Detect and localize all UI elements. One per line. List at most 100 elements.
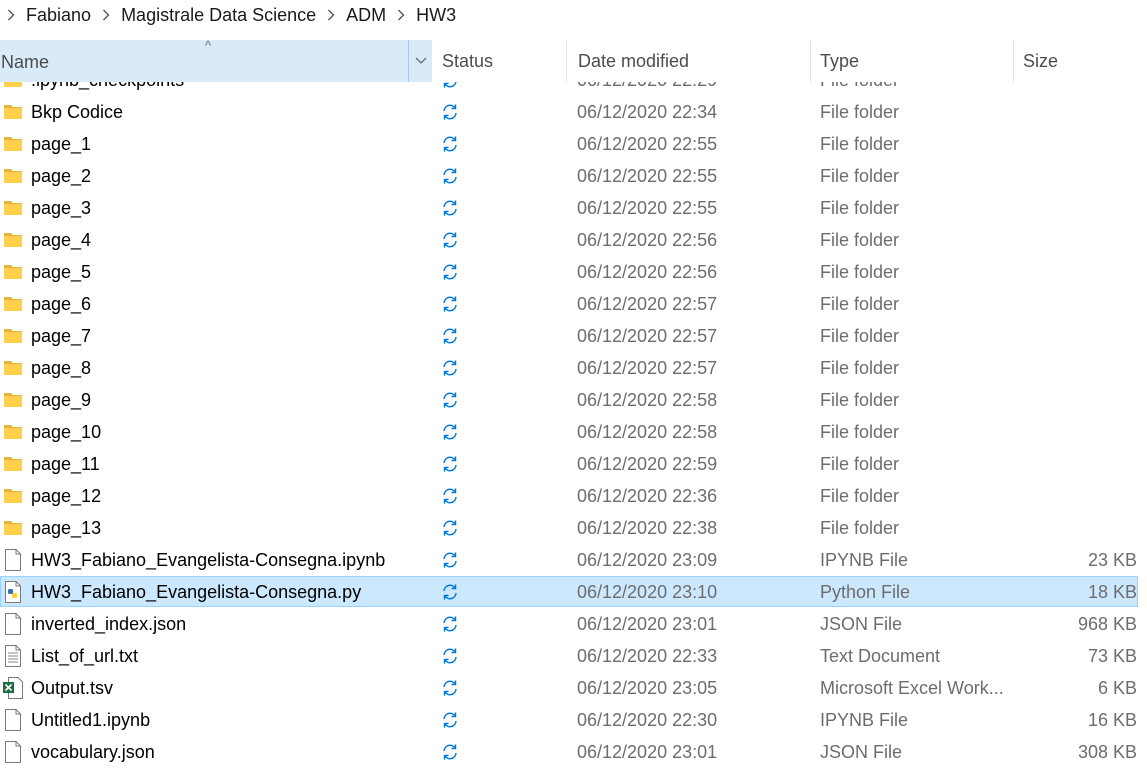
sync-status-icon (440, 672, 460, 704)
file-row[interactable]: page_11 06/12/2020 22:59 File folder (0, 448, 1147, 480)
file-name: page_3 (31, 197, 92, 218)
column-header-date-label: Date modified (578, 50, 690, 71)
file-row[interactable]: page_7 06/12/2020 22:57 File folder (0, 320, 1147, 352)
file-row[interactable]: page_1 06/12/2020 22:55 File folder (0, 128, 1147, 160)
file-date-modified: 06/12/2020 22:57 (577, 325, 718, 346)
folder-icon (3, 96, 23, 128)
chevron-right-icon[interactable] (392, 6, 410, 24)
file-type: IPYNB File (820, 549, 909, 570)
file-name: HW3_Fabiano_Evangelista-Consegna.ipynb (31, 549, 386, 570)
column-header-name-label: Name (1, 51, 50, 72)
column-header-size[interactable]: Size (1023, 40, 1058, 82)
breadcrumb-item[interactable]: Fabiano (26, 5, 91, 26)
folder-icon (3, 512, 23, 544)
column-header-name[interactable]: ^ Name (0, 38, 433, 82)
file-date-modified: 06/12/2020 22:33 (577, 645, 718, 666)
file-name: page_10 (31, 421, 102, 442)
sync-status-icon (440, 128, 460, 160)
file-date-modified: 06/12/2020 22:29 (577, 82, 717, 96)
folder-icon (3, 384, 23, 416)
file-row[interactable]: inverted_index.json 06/12/2020 23:01 JSON … (0, 608, 1147, 640)
file-name: page_11 (31, 453, 100, 474)
file-type: File folder (820, 101, 900, 122)
file-type: File folder (820, 133, 900, 154)
folder-icon (3, 128, 23, 160)
file-row[interactable]: page_5 06/12/2020 22:56 File folder (0, 256, 1147, 288)
file-name: page_2 (31, 165, 92, 186)
file-name: page_13 (31, 517, 102, 538)
folder-icon (3, 448, 23, 480)
file-type: File folder (820, 82, 899, 96)
file-name: .ipynb_checkpoints (31, 82, 184, 96)
file-type: File folder (820, 421, 900, 442)
file-row[interactable]: Untitled1.ipynb 06/12/2020 22:30 IPYNB Fil… (0, 704, 1147, 736)
file-date-modified: 06/12/2020 22:38 (577, 517, 718, 538)
file-type: File folder (820, 293, 900, 314)
file-type: File folder (820, 197, 900, 218)
column-header-size-label: Size (1023, 50, 1059, 71)
column-filter-dropdown[interactable] (408, 40, 433, 82)
file-name: Untitled1.ipynb (31, 709, 151, 730)
file-row[interactable]: page_8 06/12/2020 22:57 File folder (0, 352, 1147, 384)
sync-status-icon (440, 288, 460, 320)
sync-status-icon (440, 384, 460, 416)
file-row[interactable]: page_6 06/12/2020 22:57 File folder (0, 288, 1147, 320)
file-list: .ipynb_checkpoints 06/12/2020 22:29 File f… (0, 82, 1147, 771)
text-file-icon (3, 640, 23, 672)
file-type: File folder (820, 261, 900, 282)
column-divider[interactable] (810, 40, 811, 82)
file-row[interactable]: page_4 06/12/2020 22:56 File folder (0, 224, 1147, 256)
chevron-right-icon[interactable] (322, 6, 340, 24)
file-type: File folder (820, 165, 900, 186)
chevron-down-icon (415, 57, 427, 64)
chevron-right-icon[interactable] (97, 6, 115, 24)
file-type: IPYNB File (820, 709, 909, 730)
chevron-right-icon[interactable] (2, 6, 20, 24)
file-row[interactable]: page_3 06/12/2020 22:55 File folder (0, 192, 1147, 224)
folder-icon (3, 288, 23, 320)
sync-status-icon (440, 544, 460, 576)
file-row[interactable]: page_12 06/12/2020 22:36 File folder (0, 480, 1147, 512)
file-name: List_of_url.txt (31, 645, 139, 666)
column-header-status[interactable]: Status (442, 40, 493, 82)
sync-status-icon (440, 448, 460, 480)
breadcrumb-item[interactable]: ADM (346, 5, 386, 26)
column-header-date[interactable]: Date modified (578, 40, 689, 82)
file-row[interactable]: page_9 06/12/2020 22:58 File folder (0, 384, 1147, 416)
file-row[interactable]: .ipynb_checkpoints 06/12/2020 22:29 File f… (0, 82, 1147, 96)
file-type: Text Document (820, 645, 941, 666)
file-date-modified: 06/12/2020 23:01 (577, 741, 718, 762)
file-name: page_7 (31, 325, 92, 346)
column-divider[interactable] (566, 40, 567, 82)
sync-status-icon (440, 608, 460, 640)
file-date-modified: 06/12/2020 22:55 (577, 133, 718, 154)
column-header-status-label: Status (442, 50, 494, 71)
file-size: 18 KB (1087, 581, 1137, 602)
column-header-type[interactable]: Type (820, 40, 859, 82)
file-row[interactable]: page_2 06/12/2020 22:55 File folder (0, 160, 1147, 192)
file-size: 308 KB (1077, 741, 1137, 762)
file-name: page_5 (31, 261, 92, 282)
file-row[interactable]: page_10 06/12/2020 22:58 File folder (0, 416, 1147, 448)
file-type: File folder (820, 453, 900, 474)
file-row[interactable]: vocabulary.json 06/12/2020 23:01 JSON File… (0, 736, 1147, 768)
file-date-modified: 06/12/2020 22:30 (577, 709, 718, 730)
file-date-modified: 06/12/2020 22:36 (577, 485, 718, 506)
file-date-modified: 06/12/2020 23:05 (577, 677, 718, 698)
column-header-bar: ^ Name Status Date modified Type Size (0, 38, 1147, 82)
file-row[interactable]: Output.tsv 06/12/2020 23:05 Microsoft Exce… (0, 672, 1147, 704)
file-row[interactable]: Bkp Codice 06/12/2020 22:34 File folder (0, 96, 1147, 128)
file-row[interactable]: List_of_url.txt 06/12/2020 22:33 Text Docu… (0, 640, 1147, 672)
file-row[interactable]: HW3_Fabiano_Evangelista-Consegna.py 06/12… (0, 576, 1147, 608)
file-date-modified: 06/12/2020 22:59 (577, 453, 718, 474)
column-divider[interactable] (1013, 40, 1014, 82)
folder-icon (3, 224, 23, 256)
file-date-modified: 06/12/2020 22:57 (577, 293, 718, 314)
file-name: page_9 (31, 389, 92, 410)
file-row[interactable]: HW3_Fabiano_Evangelista-Consegna.ipynb 06… (0, 544, 1147, 576)
file-row[interactable]: page_13 06/12/2020 22:38 File folder (0, 512, 1147, 544)
sync-status-icon (440, 736, 460, 768)
folder-icon (3, 320, 23, 352)
breadcrumb-item[interactable]: Magistrale Data Science (121, 5, 316, 26)
breadcrumb-item[interactable]: HW3 (416, 5, 456, 26)
